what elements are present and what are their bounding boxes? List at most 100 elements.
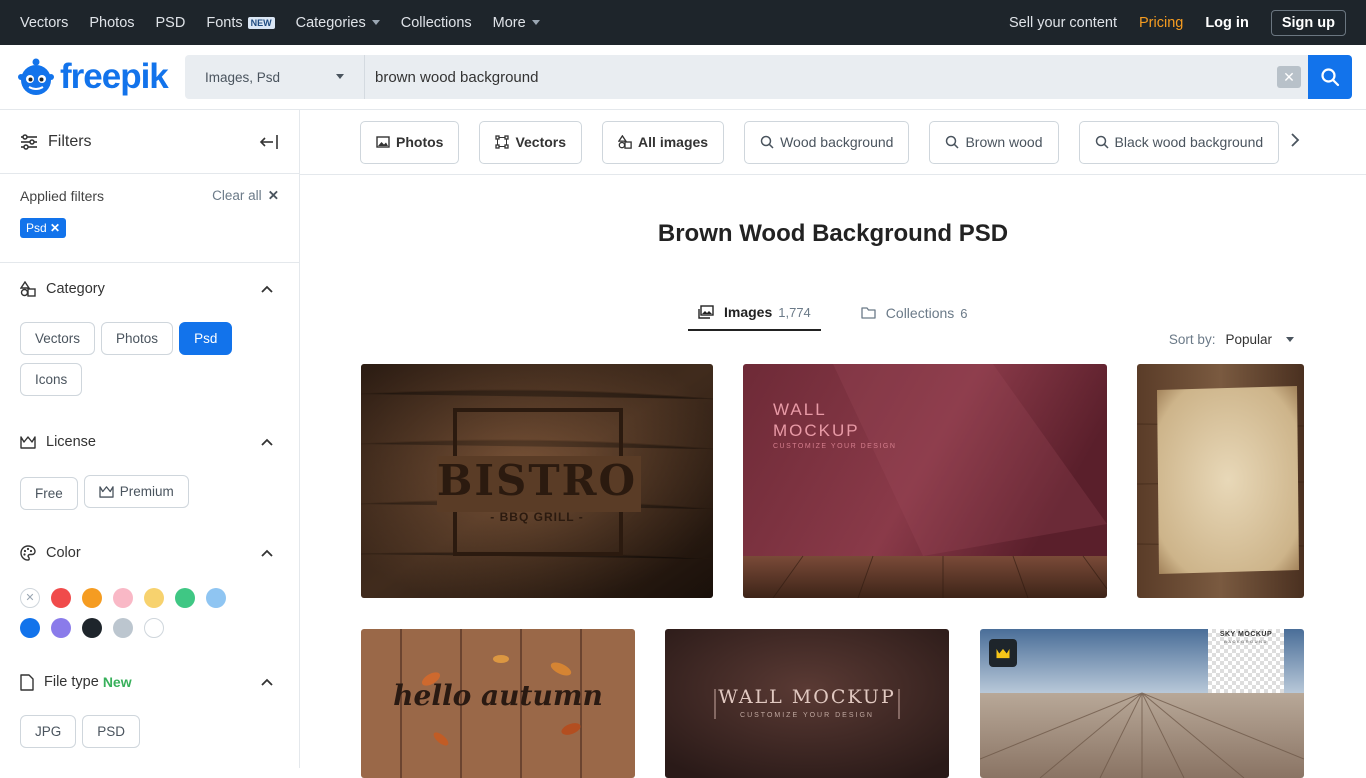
tag-brown-wood[interactable]: Brown wood	[929, 120, 1059, 164]
filetype-jpg[interactable]: JPG	[20, 715, 77, 748]
category-icons[interactable]: Icons	[20, 363, 83, 396]
category-header[interactable]: Category	[20, 278, 279, 300]
color-swatch[interactable]	[20, 618, 40, 638]
images-icon	[698, 305, 714, 319]
color-section: Color ✕	[0, 542, 299, 638]
nav-fonts[interactable]: Fonts NEW	[206, 14, 275, 31]
color-swatch[interactable]	[144, 618, 164, 638]
folder-icon	[861, 307, 876, 319]
crown-icon	[996, 648, 1010, 658]
search-type-value: Images, Psd	[205, 69, 281, 85]
tag-wood-background-label: Wood background	[780, 134, 894, 150]
nav-categories[interactable]: Categories	[296, 15, 380, 31]
signup-button[interactable]: Sign up	[1270, 9, 1346, 36]
nav-photos[interactable]: Photos	[89, 15, 134, 31]
search-clear-button[interactable]: ✕	[1270, 55, 1308, 99]
nav-more-label: More	[492, 14, 526, 31]
tag-wood-background[interactable]: Wood background	[744, 120, 910, 164]
color-swatch[interactable]	[144, 588, 164, 608]
result-thumb-hello-autumn[interactable]: hello autumn	[361, 629, 635, 778]
color-swatch[interactable]	[82, 588, 102, 608]
color-swatch-any[interactable]: ✕	[20, 588, 40, 608]
filetype-header[interactable]: File type New	[20, 671, 279, 693]
color-swatch[interactable]	[51, 588, 71, 608]
main-content: Photos Vectors All images Wood backgroun…	[300, 110, 1366, 778]
sort-dropdown[interactable]: Sort by: Popular	[1169, 332, 1294, 347]
search-type-dropdown[interactable]: Images, Psd	[185, 55, 365, 99]
chevron-up-icon	[261, 438, 273, 446]
nav-psd[interactable]: PSD	[156, 15, 186, 31]
sky-mockup-subtitle: BACKGROUND	[1224, 639, 1268, 644]
nav-collections[interactable]: Collections	[401, 15, 472, 31]
tab-collections[interactable]: Collections 6	[851, 295, 978, 331]
nav-vectors[interactable]: Vectors	[20, 15, 68, 31]
filetype-psd[interactable]: PSD	[82, 715, 141, 748]
license-header[interactable]: License	[20, 431, 279, 453]
color-swatch[interactable]	[175, 588, 195, 608]
file-icon	[20, 673, 34, 691]
wall-mockup-red-subtitle: CUSTOMIZE YOUR DESIGN	[773, 443, 897, 450]
tag-vectors[interactable]: Vectors	[479, 120, 583, 164]
result-thumb-sky-mockup[interactable]: SKY MOCKUP BACKGROUND	[980, 629, 1304, 778]
related-tags: Photos Vectors All images Wood backgroun…	[300, 110, 1366, 175]
color-swatch[interactable]	[51, 618, 71, 638]
license-options: Free Premium	[20, 475, 279, 518]
result-thumb-bistro[interactable]: BISTRO - BBQ GRILL -	[361, 364, 713, 598]
tag-all-images[interactable]: All images	[602, 120, 725, 164]
filetype-title: File type	[44, 674, 99, 690]
nav-more[interactable]: More	[493, 15, 540, 31]
search-button[interactable]	[1308, 55, 1352, 99]
search-input[interactable]	[365, 55, 1270, 99]
tag-photos[interactable]: Photos	[360, 120, 460, 164]
wall-mockup-red-title: WALL MOCKUP	[773, 400, 860, 440]
chevron-right-icon[interactable]	[1290, 132, 1300, 148]
category-options: Vectors Photos Psd Icons	[20, 322, 279, 404]
result-thumb-wall-mockup-dark[interactable]: WALL MOCKUP CUSTOMIZE YOUR DESIGN	[665, 629, 949, 778]
tab-images[interactable]: Images 1,774	[688, 295, 821, 331]
freepik-logo[interactable]: freepik	[16, 55, 176, 99]
nav-fonts-label: Fonts	[206, 14, 243, 31]
search-icon	[1095, 135, 1109, 149]
crown-icon	[20, 436, 36, 449]
color-swatch[interactable]	[113, 588, 133, 608]
color-swatch[interactable]	[113, 618, 133, 638]
category-vectors[interactable]: Vectors	[20, 322, 96, 355]
login-link[interactable]: Log in	[1205, 15, 1249, 31]
shapes-icon	[20, 281, 36, 297]
category-psd[interactable]: Psd	[179, 322, 233, 355]
chevron-down-icon	[336, 74, 344, 79]
tag-vectors-label: Vectors	[515, 134, 567, 150]
license-premium[interactable]: Premium	[83, 475, 189, 508]
search-icon	[1321, 68, 1340, 87]
color-title: Color	[46, 545, 81, 561]
nav-categories-label: Categories	[295, 14, 366, 31]
premium-badge	[989, 639, 1017, 667]
sort-label: Sort by:	[1168, 332, 1216, 347]
color-swatch[interactable]	[206, 588, 226, 608]
sell-content-link[interactable]: Sell your content	[1009, 15, 1117, 31]
shapes-icon	[618, 135, 632, 149]
new-label: New	[102, 674, 132, 690]
category-photos[interactable]: Photos	[101, 322, 174, 355]
parchment-wood-image	[1137, 364, 1304, 598]
autumn-text: hello autumn	[393, 679, 603, 712]
top-navigation: Vectors Photos PSD Fonts NEW Categories C…	[0, 0, 1366, 45]
tag-black-wood-background[interactable]: Black wood background	[1078, 120, 1280, 164]
sky-deck-image	[980, 629, 1304, 778]
pricing-link[interactable]: Pricing	[1139, 15, 1183, 31]
sky-mockup-title: SKY MOCKUP	[1219, 631, 1273, 638]
color-header[interactable]: Color	[20, 542, 279, 564]
tab-images-count: 1,774	[778, 304, 811, 320]
filetype-options: JPG PSD	[20, 715, 279, 756]
color-swatch[interactable]	[82, 618, 102, 638]
license-free[interactable]: Free	[20, 477, 78, 510]
tag-black-wood-background-label: Black wood background	[1114, 134, 1264, 150]
result-thumb-wall-mockup-red[interactable]: WALL MOCKUP CUSTOMIZE YOUR DESIGN	[743, 364, 1107, 598]
page-title: Brown Wood Background PSD	[657, 220, 1009, 247]
result-tabs: Images 1,774 Collections 6	[688, 295, 1008, 331]
color-swatches: ✕	[20, 588, 279, 638]
result-thumb-parchment[interactable]	[1137, 364, 1304, 598]
filetype-section: File type New JPG PSD	[0, 671, 299, 756]
category-title: Category	[46, 281, 105, 297]
search-icon	[760, 135, 774, 149]
